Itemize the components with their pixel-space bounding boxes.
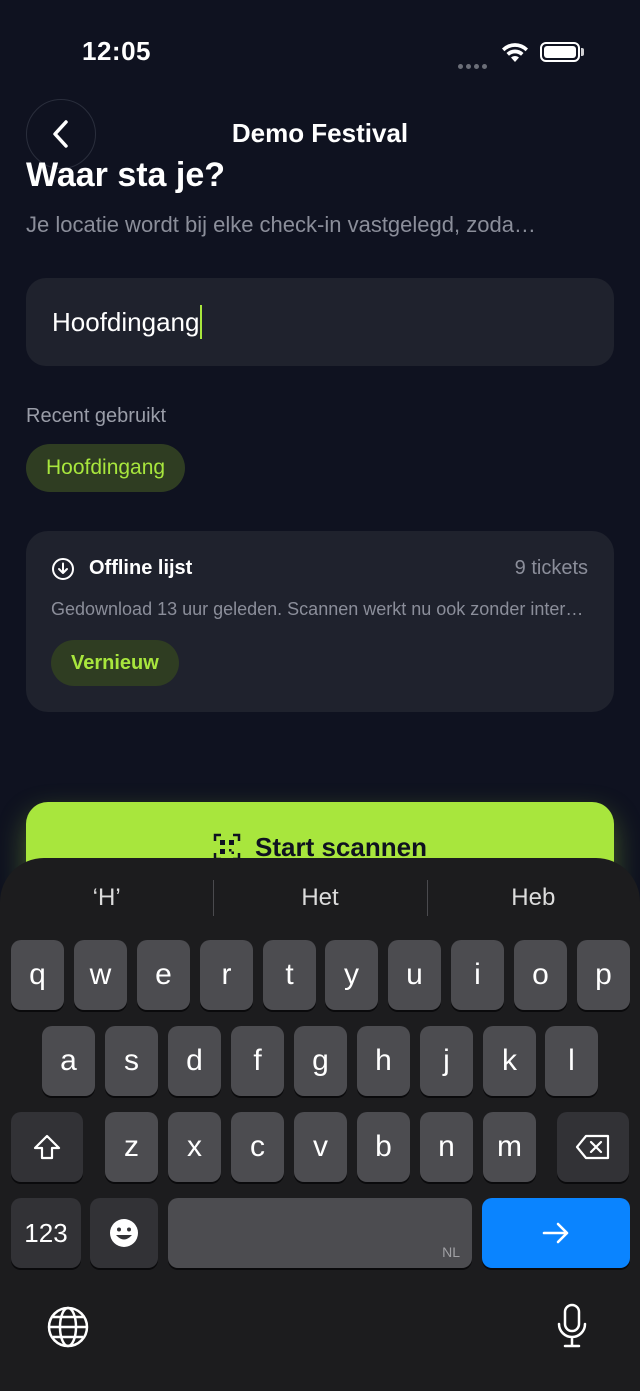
emoji-icon (110, 1219, 138, 1247)
key-v[interactable]: v (294, 1112, 347, 1182)
key-z[interactable]: z (105, 1112, 158, 1182)
location-input-value: Hoofdingang (52, 306, 200, 337)
key-f[interactable]: f (231, 1026, 284, 1096)
globe-icon[interactable] (46, 1305, 90, 1349)
battery-icon (540, 42, 584, 62)
suggestion-bar: ‘H’ Het Heb (0, 870, 640, 926)
key-i[interactable]: i (451, 940, 504, 1010)
key-a[interactable]: a (42, 1026, 95, 1096)
key-g[interactable]: g (294, 1026, 347, 1096)
key-l[interactable]: l (545, 1026, 598, 1096)
qr-code-icon (213, 833, 241, 861)
page-subtitle: Je locatie wordt bij elke check-in vastg… (26, 212, 536, 237)
page-heading: Waar sta je? (26, 156, 226, 194)
delete-key[interactable] (557, 1112, 629, 1182)
go-key[interactable] (482, 1198, 630, 1268)
shift-icon (33, 1134, 61, 1160)
recent-label: Recent gebruikt (26, 405, 167, 427)
key-x[interactable]: x (168, 1112, 221, 1182)
key-e[interactable]: e (137, 940, 190, 1010)
location-input[interactable]: Hoofdingang (26, 278, 614, 366)
microphone-icon[interactable] (554, 1302, 590, 1350)
key-r[interactable]: r (200, 940, 253, 1010)
suggestion-item[interactable]: Heb (426, 870, 640, 926)
key-m[interactable]: m (483, 1112, 536, 1182)
download-circle-icon (52, 558, 74, 580)
key-y[interactable]: y (325, 940, 378, 1010)
key-p[interactable]: p (577, 940, 630, 1010)
key-s[interactable]: s (105, 1026, 158, 1096)
offline-ticket-count: 9 tickets (514, 557, 588, 579)
space-key[interactable]: NL (168, 1198, 472, 1268)
key-t[interactable]: t (263, 940, 316, 1010)
key-w[interactable]: w (74, 940, 127, 1010)
key-o[interactable]: o (514, 940, 567, 1010)
screen: 12:05 Demo Festival Waar sta je? Je loca… (0, 0, 640, 1391)
cellular-signal-icon (458, 56, 492, 69)
key-q[interactable]: q (11, 940, 64, 1010)
recent-chip-hoofdingang[interactable]: Hoofdingang (26, 444, 186, 492)
nav-title: Demo Festival (231, 118, 409, 148)
key-k[interactable]: k (483, 1026, 536, 1096)
shift-key[interactable] (11, 1112, 83, 1182)
key-c[interactable]: c (231, 1112, 284, 1182)
emoji-key[interactable] (90, 1198, 158, 1268)
chevron-left-icon (53, 120, 68, 148)
suggestion-item[interactable]: ‘H’ (0, 870, 213, 926)
renew-button[interactable]: Vernieuw (51, 640, 179, 686)
backspace-icon (575, 1134, 610, 1160)
key-h[interactable]: h (357, 1026, 410, 1096)
offline-description: Gedownload 13 uur geleden. Scannen werkt… (51, 599, 589, 619)
suggestion-item[interactable]: Het (213, 870, 426, 926)
arrow-right-icon (542, 1222, 569, 1244)
key-d[interactable]: d (168, 1026, 221, 1096)
offline-list-card: Offline lijst 9 tickets Gedownload 13 uu… (26, 531, 614, 712)
offline-title: Offline lijst (89, 557, 193, 579)
status-time: 12:05 (82, 36, 151, 66)
wifi-icon (502, 43, 528, 62)
key-j[interactable]: j (420, 1026, 473, 1096)
key-b[interactable]: b (357, 1112, 410, 1182)
keyboard: ‘H’ Het Heb q w e r t y u i o p a s d f … (0, 858, 640, 1391)
key-n[interactable]: n (420, 1112, 473, 1182)
key-u[interactable]: u (388, 940, 441, 1010)
numbers-key[interactable]: 123 (11, 1198, 81, 1268)
text-caret (200, 305, 203, 339)
